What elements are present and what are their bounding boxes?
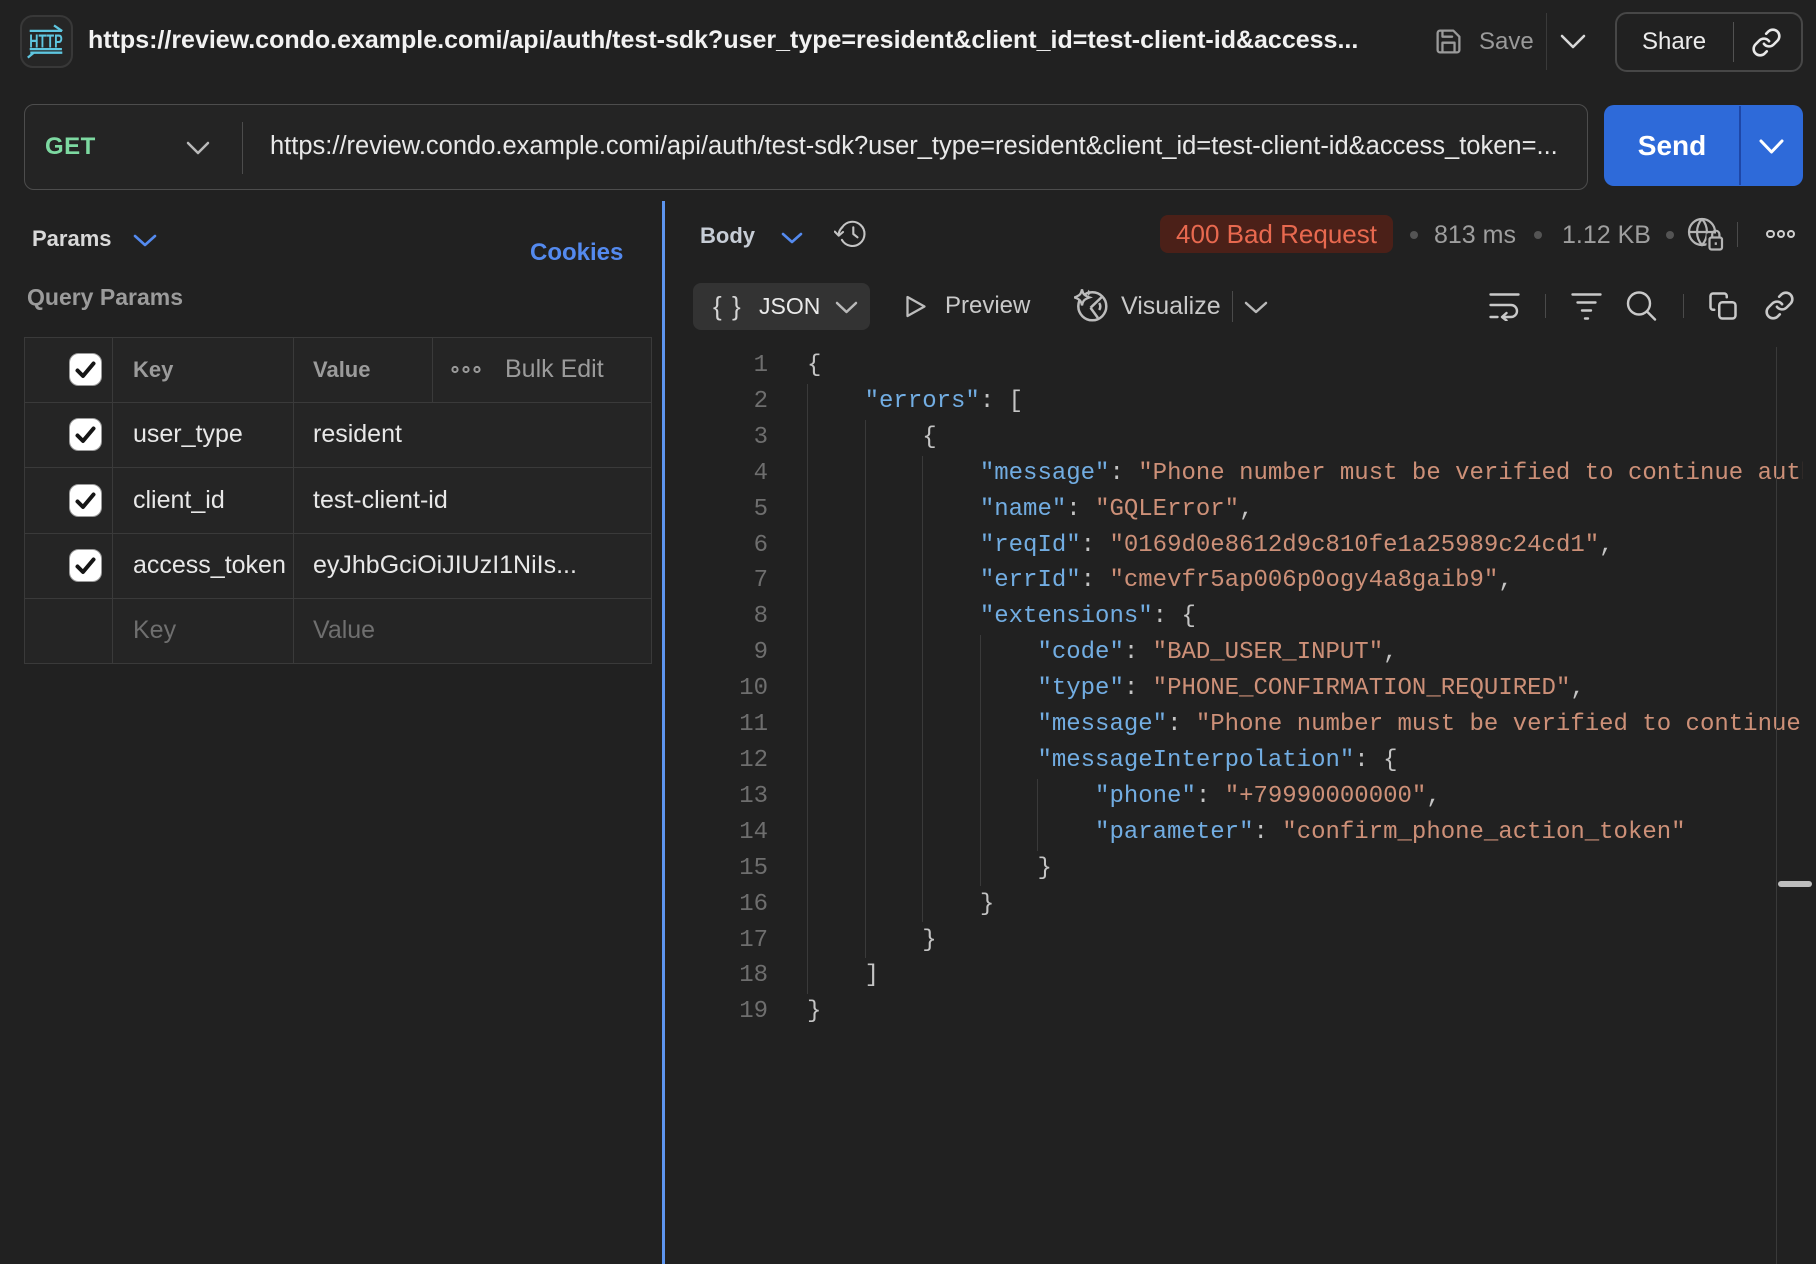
svg-text:HTTP: HTTP xyxy=(29,32,63,52)
